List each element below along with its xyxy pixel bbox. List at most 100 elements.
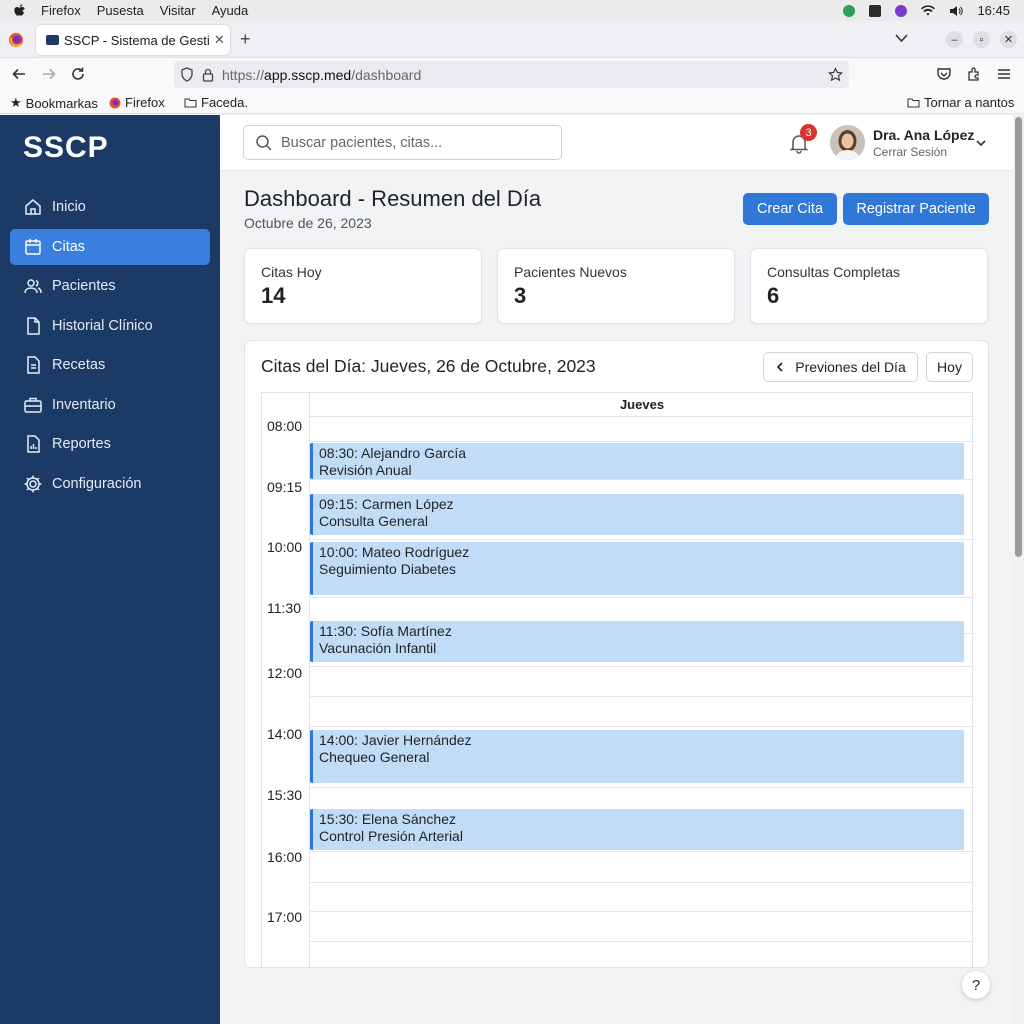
time-label: 16:00 [267, 849, 303, 865]
sidebar-item-citas[interactable]: Citas [10, 229, 210, 265]
appointment-type: Chequeo General [319, 749, 430, 765]
bookmark-item[interactable]: ★ Bookmarkas [10, 95, 98, 111]
apple-icon[interactable] [13, 3, 27, 18]
search-input[interactable] [281, 134, 551, 151]
time-label: 12:00 [267, 665, 303, 681]
avatar[interactable] [830, 125, 865, 160]
appointment-event[interactable]: 11:30: Sofía Martínez Vacunación Infanti… [310, 621, 964, 662]
stat-card-pacientes-nuevos: Pacientes Nuevos 3 [497, 248, 735, 324]
bookmark-label: Firefox [125, 95, 165, 110]
scrollbar-thumb[interactable] [1015, 117, 1022, 557]
browser-tab[interactable]: SSCP - Sistema de Gestió ✕ [36, 25, 230, 55]
sidebar-item-label: Configuración [52, 476, 142, 492]
lock-icon[interactable] [202, 68, 214, 82]
menu-visitar[interactable]: Visitar [160, 3, 196, 18]
grid-line [310, 726, 974, 727]
browser-nav-bar: https://app.sscp.med/dashboard [0, 58, 1024, 90]
appointment-type: Revisión Anual [319, 462, 412, 478]
appointment-type: Seguimiento Diabetes [319, 561, 456, 577]
firefox-icon[interactable] [8, 32, 24, 48]
reload-icon[interactable] [70, 66, 86, 82]
appointment-event[interactable]: 08:30: Alejandro García Revisión Anual [310, 443, 964, 479]
create-appointment-button[interactable]: Crear Cita [743, 193, 837, 225]
user-name[interactable]: Dra. Ana López [873, 127, 974, 143]
appointment-event[interactable]: 09:15: Carmen López Consulta General [310, 494, 964, 535]
tab-close-icon[interactable]: ✕ [214, 32, 225, 48]
help-button[interactable]: ? [962, 971, 990, 999]
appointment-title: 14:00: Javier Hernández [319, 732, 472, 748]
stat-label: Citas Hoy [261, 264, 322, 280]
sidebar-item-label: Inventario [52, 397, 116, 413]
notification-badge[interactable]: 3 [800, 124, 817, 141]
new-tab-icon[interactable]: + [240, 29, 251, 50]
appointment-title: 11:30: Sofía Martínez [319, 623, 452, 639]
appointment-title: 10:00: Mateo Rodríguez [319, 544, 470, 560]
register-patient-button[interactable]: Registrar Paciente [843, 193, 989, 225]
chevron-left-icon [777, 362, 783, 372]
time-label: 17:00 [267, 909, 303, 925]
window-close-icon[interactable]: ✕ [1000, 31, 1017, 48]
url-bar[interactable]: https://app.sscp.med/dashboard [174, 61, 849, 88]
sidebar-item-configuracion[interactable]: Configuración [10, 466, 210, 502]
grid-line [310, 851, 974, 852]
stat-label: Pacientes Nuevos [514, 264, 627, 280]
menu-firefox[interactable]: Firefox [41, 3, 81, 18]
extensions-icon[interactable] [966, 66, 982, 82]
bookmark-item[interactable]: Faceda. [184, 95, 248, 110]
sidebar: SSCP Inicio Citas Pacientes Historial Cl… [0, 115, 220, 1024]
appointment-title: 15:30: Elena Sánchez [319, 811, 456, 827]
file-icon [27, 317, 40, 335]
stat-card-consultas-completas: Consultas Completas 6 [750, 248, 988, 324]
calendar-card: Citas del Día: Jueves, 26 de Octubre, 20… [244, 340, 989, 968]
star-bookmark-icon[interactable] [828, 67, 843, 82]
clock: 16:45 [977, 3, 1010, 18]
appointment-event[interactable]: 15:30: Elena Sánchez Control Presión Art… [310, 809, 964, 850]
menu-ayuda[interactable]: Ayuda [212, 3, 249, 18]
maximize-icon[interactable]: ▫ [973, 31, 990, 48]
sidebar-item-historial[interactable]: Historial Clínico [10, 308, 210, 344]
sidebar-item-recetas[interactable]: Recetas [10, 347, 210, 383]
sidebar-item-label: Historial Clínico [52, 318, 153, 334]
tab-list-chevron-icon[interactable] [895, 34, 908, 43]
chevron-down-icon[interactable] [975, 137, 987, 149]
sidebar-item-label: Citas [52, 239, 86, 255]
appointment-type: Vacunación Infantil [319, 640, 437, 656]
sidebar-item-label: Recetas [52, 357, 106, 373]
status-box-icon[interactable] [869, 4, 882, 17]
time-label: 14:00 [267, 726, 303, 742]
menu-pusesta[interactable]: Pusesta [97, 3, 144, 18]
previous-day-label: Previones del Día [795, 359, 906, 375]
home-icon [25, 199, 41, 215]
sidebar-item-reportes[interactable]: Reportes [10, 426, 210, 462]
back-arrow-icon[interactable] [11, 66, 27, 82]
status-app-icon[interactable] [843, 4, 856, 17]
today-button[interactable]: Hoy [926, 352, 973, 382]
stat-card-citas-hoy: Citas Hoy 14 [244, 248, 482, 324]
logout-link[interactable]: Cerrar Sesión [873, 145, 947, 159]
hamburger-menu-icon[interactable] [996, 66, 1012, 82]
pocket-icon[interactable] [936, 66, 952, 82]
bookmark-item[interactable]: Firefox [109, 95, 165, 110]
appointment-type: Control Presión Arterial [319, 828, 463, 844]
time-label: 10:00 [267, 539, 303, 555]
minimize-icon[interactable]: – [946, 31, 963, 48]
wifi-icon[interactable] [921, 4, 936, 17]
search-box[interactable] [243, 125, 562, 160]
previous-day-button[interactable]: Previones del Día [763, 352, 918, 382]
page-scrollbar[interactable] [1013, 115, 1024, 1024]
status-purple-icon[interactable] [895, 4, 908, 17]
brand-logo[interactable]: SSCP [23, 131, 109, 165]
forward-arrow-icon[interactable] [41, 66, 57, 82]
grid-line [310, 787, 974, 788]
sidebar-item-inventario[interactable]: Inventario [10, 387, 210, 423]
bookmark-item[interactable]: Tornar a nantos [907, 95, 1014, 110]
shield-icon[interactable] [180, 67, 194, 82]
stat-value: 3 [514, 283, 527, 308]
volume-icon[interactable] [949, 5, 964, 17]
sidebar-item-pacientes[interactable]: Pacientes [10, 268, 210, 304]
appointment-event[interactable]: 14:00: Javier Hernández Chequeo General [310, 730, 964, 783]
grid-line [310, 666, 974, 667]
appointment-event[interactable]: 10:00: Mateo Rodríguez Seguimiento Diabe… [310, 542, 964, 595]
grid-line [310, 911, 974, 912]
sidebar-item-inicio[interactable]: Inicio [10, 189, 210, 225]
